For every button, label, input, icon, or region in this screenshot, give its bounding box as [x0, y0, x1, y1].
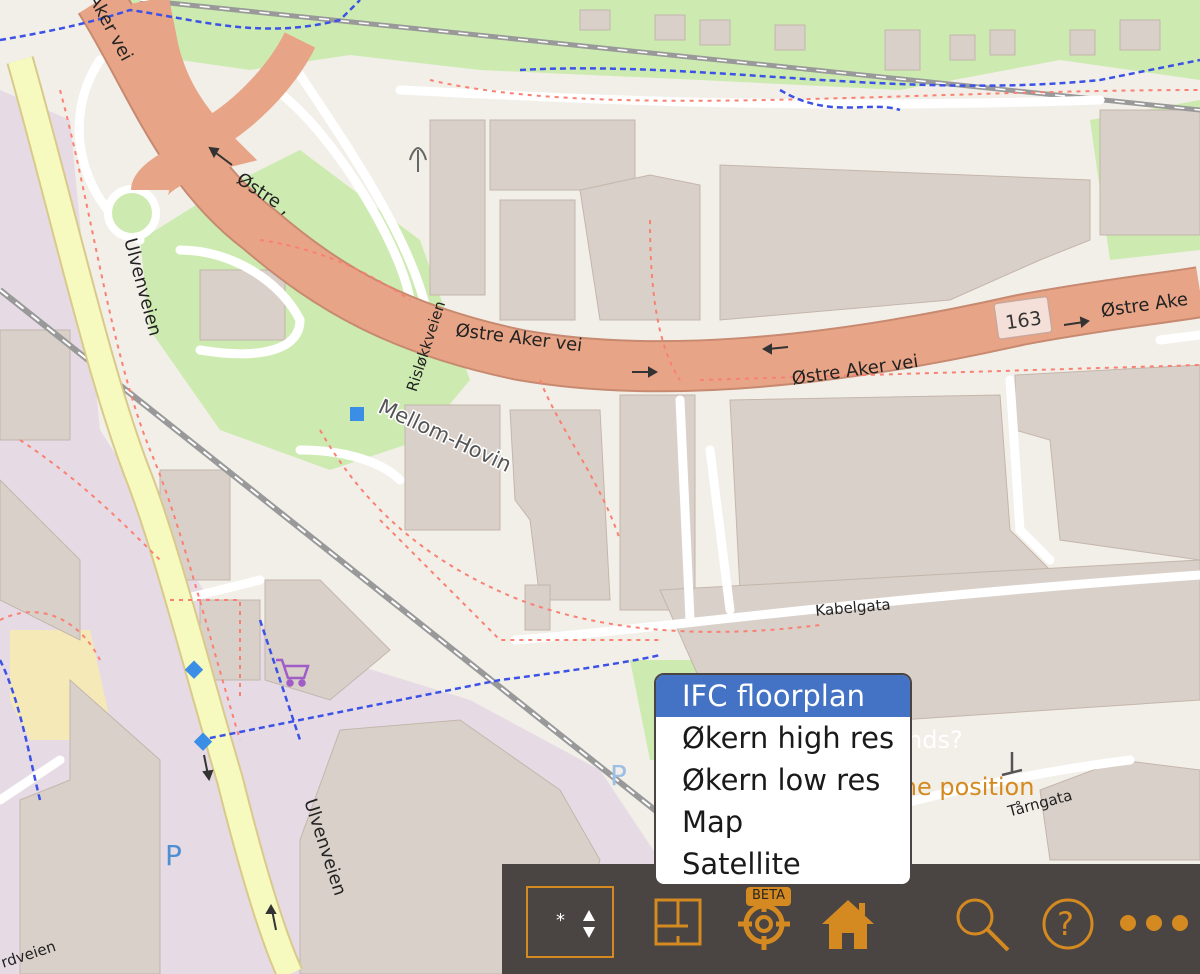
- search-button[interactable]: [952, 894, 1012, 954]
- layer-option-okern-low-res[interactable]: Økern low res: [656, 759, 910, 801]
- building: [1119, 19, 1161, 51]
- floorplan-icon: [654, 898, 702, 946]
- building: [499, 199, 576, 321]
- parking-label: P: [165, 839, 182, 872]
- up-down-arrows-icon: [583, 910, 595, 938]
- map-canvas[interactable]: P P Østre Aker vei Østre Aker vei Østre …: [0, 0, 1200, 974]
- search-icon: [956, 898, 1010, 952]
- app-frame: P P Østre Aker vei Østre Aker vei Østre …: [0, 0, 1200, 974]
- layer-option-ifc-floorplan[interactable]: IFC floorplan: [656, 675, 910, 717]
- help-icon: ?: [1042, 898, 1094, 950]
- building: [884, 29, 921, 71]
- building: [699, 19, 731, 46]
- more-icon: [1120, 915, 1188, 931]
- layer-option-map[interactable]: Map: [656, 801, 910, 843]
- home-icon: [822, 900, 874, 949]
- building: [729, 394, 1052, 591]
- street: [1155, 330, 1200, 345]
- building: [1069, 29, 1096, 56]
- parking-label: P: [610, 759, 627, 792]
- building: [429, 119, 486, 296]
- svg-text:?: ?: [1057, 905, 1074, 943]
- building: [579, 174, 701, 321]
- bus-stop-icon: [350, 407, 364, 421]
- beta-badge: BETA: [746, 887, 791, 906]
- layer-select-value: *: [556, 910, 565, 931]
- building: [524, 584, 551, 631]
- building: [489, 119, 636, 191]
- building: [1099, 109, 1200, 236]
- building: [989, 29, 1016, 56]
- help-button[interactable]: ?: [1040, 896, 1096, 952]
- building: [579, 9, 611, 31]
- layer-dropdown: IFC floorplan Økern high res Økern low r…: [654, 673, 912, 886]
- floorplan-button[interactable]: [650, 894, 706, 950]
- building: [654, 14, 686, 41]
- building: [949, 34, 976, 61]
- building: [0, 329, 71, 441]
- route-shield-163: 163: [993, 295, 1053, 340]
- layer-option-satellite[interactable]: Satellite: [656, 843, 910, 884]
- layer-option-okern-high-res[interactable]: Økern high res: [656, 717, 910, 759]
- building: [774, 24, 806, 51]
- home-button[interactable]: [820, 896, 876, 952]
- roundabout: [104, 185, 160, 241]
- layer-select[interactable]: *: [526, 886, 614, 958]
- more-button[interactable]: [1116, 908, 1192, 938]
